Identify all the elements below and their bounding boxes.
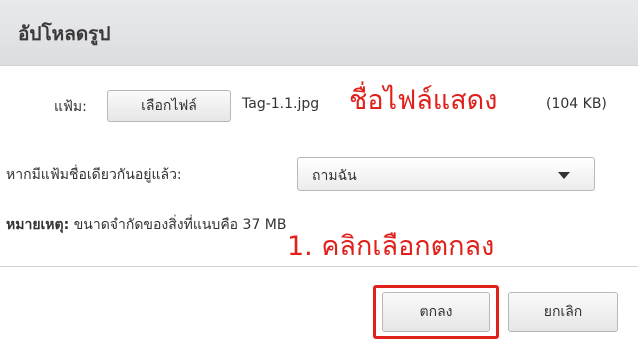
filename-annotation: ชื่อไฟล์แสดง (349, 85, 498, 116)
existing-file-label: หากมีแฟ้มชื่อเดียวกันอยู่แล้ว: (6, 167, 182, 183)
caret-down-icon (558, 172, 570, 179)
size-limit-note: หมายเหตุ: ขนาดจำกัดของสิ่งที่แนบคือ 37 M… (6, 214, 287, 236)
file-size: (104 KB) (546, 96, 607, 112)
selected-file-name: Tag-1.1.jpg (242, 96, 320, 112)
file-label: แฟ้ม: (54, 99, 87, 115)
existing-file-select[interactable]: ถามฉัน (297, 157, 595, 191)
cancel-button[interactable]: ยกเลิก (508, 292, 618, 332)
dialog-titlebar: อัปโหลดรูป (0, 0, 638, 66)
ok-button[interactable]: ตกลง (382, 292, 490, 332)
dialog-title: อัปโหลดรูป (18, 23, 111, 45)
existing-file-select-value: ถามฉัน (312, 168, 357, 184)
file-row: แฟ้ม: เลือกไฟล์ Tag-1.1.jpg ชื่อไฟล์แสดง… (0, 84, 638, 124)
footer-divider (0, 266, 638, 267)
upload-image-dialog: อัปโหลดรูป แฟ้ม: เลือกไฟล์ Tag-1.1.jpg ช… (0, 0, 638, 354)
note-label: หมายเหตุ: (6, 217, 70, 233)
existing-file-row: หากมีแฟ้มชื่อเดียวกันอยู่แล้ว: ถามฉัน (0, 152, 638, 192)
note-text: ขนาดจำกัดของสิ่งที่แนบคือ 37 MB (73, 217, 287, 233)
choose-file-button[interactable]: เลือกไฟล์ (107, 90, 231, 122)
step-annotation: 1. คลิกเลือกตกลง (287, 231, 495, 262)
